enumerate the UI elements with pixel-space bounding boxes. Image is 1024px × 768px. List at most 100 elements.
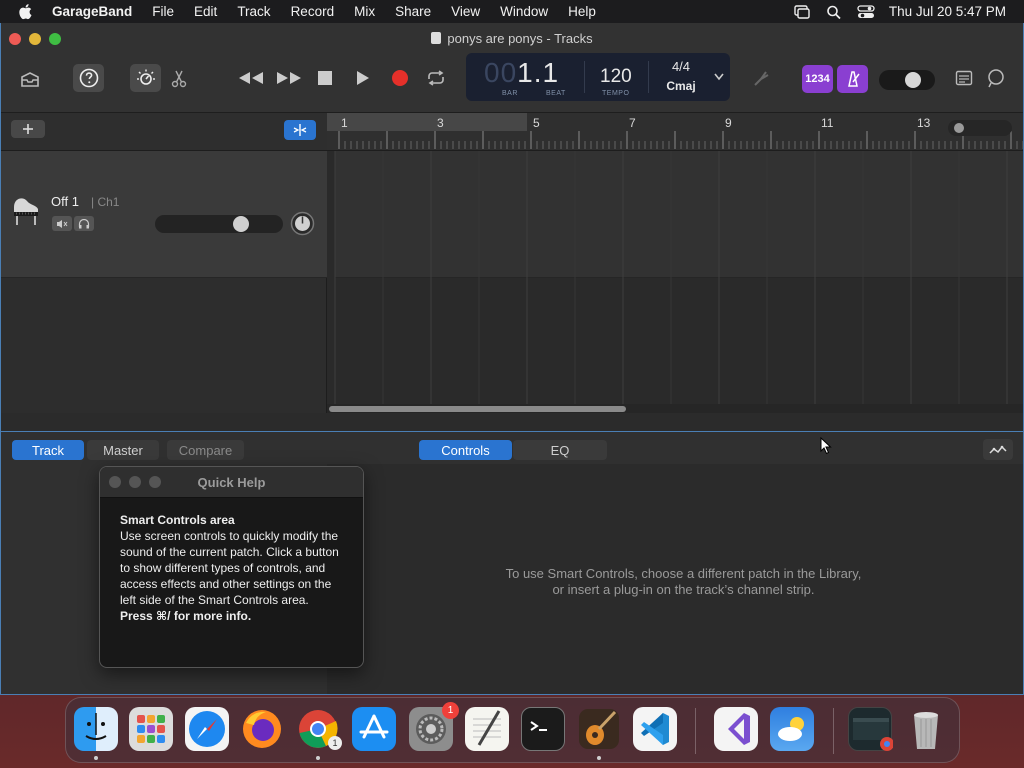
menu-share[interactable]: Share: [395, 4, 431, 19]
control-center-icon[interactable]: [857, 4, 875, 20]
lcd-separator-2: [648, 61, 649, 93]
cycle-button[interactable]: [424, 67, 448, 89]
spotlight-search-icon[interactable]: [825, 4, 843, 20]
solo-button[interactable]: [74, 216, 94, 231]
menu-track[interactable]: Track: [237, 4, 270, 19]
terminal-icon[interactable]: [521, 707, 565, 751]
headphones-icon: [78, 218, 90, 228]
inspector-icon: [989, 445, 1007, 454]
smart-controls-button[interactable]: [130, 64, 161, 92]
chrome-icon[interactable]: 1: [296, 707, 342, 751]
app-store-icon[interactable]: [352, 707, 396, 751]
track-headers-area: Off 1 | Ch1: [1, 151, 327, 413]
track-volume-knob[interactable]: [233, 216, 249, 232]
horizontal-scrollbar-thumb[interactable]: [329, 406, 626, 412]
rewind-icon: [239, 72, 263, 84]
track-volume-slider[interactable]: [155, 215, 283, 233]
finder-running-dot: [94, 756, 98, 760]
window-title: ponys are ponys - Tracks: [1, 31, 1023, 46]
weather-icon[interactable]: [770, 707, 814, 751]
editors-button[interactable]: [167, 67, 191, 91]
add-track-button[interactable]: [11, 120, 45, 138]
chrome-window-icon[interactable]: [848, 707, 894, 751]
tab-track[interactable]: Track: [12, 440, 84, 460]
zoom-slider-knob[interactable]: [954, 123, 964, 133]
menu-record[interactable]: Record: [291, 4, 335, 19]
inspector-toggle-button[interactable]: [983, 439, 1013, 460]
lcd-dropdown-chevron-icon[interactable]: [714, 73, 724, 81]
settings-badge: 1: [442, 702, 459, 719]
menu-window[interactable]: Window: [500, 4, 548, 19]
tab-controls[interactable]: Controls: [419, 440, 512, 460]
track-header[interactable]: Off 1 | Ch1: [1, 151, 327, 278]
menu-view[interactable]: View: [451, 4, 480, 19]
ruler-bar-label: 13: [917, 116, 931, 130]
quick-help-title-bar[interactable]: Quick Help: [100, 467, 363, 498]
count-in-button[interactable]: 1234: [802, 65, 833, 93]
app-menu[interactable]: GarageBand: [52, 4, 132, 19]
library-button[interactable]: [17, 67, 43, 93]
master-volume-slider[interactable]: [879, 70, 935, 90]
master-volume-knob[interactable]: [905, 72, 921, 88]
lcd-bar-dim: 00: [484, 57, 518, 88]
loop-browser-button[interactable]: [985, 67, 1007, 89]
lcd-display[interactable]: 001.1 BAR BEAT 120 TEMPO 4/4 Cmaj: [466, 53, 730, 101]
stop-button[interactable]: [315, 68, 335, 88]
screen-mirroring-icon[interactable]: [793, 4, 811, 20]
ruler-bar-label: 11: [821, 116, 834, 130]
rewind-button[interactable]: [237, 67, 265, 89]
zoom-slider[interactable]: [948, 120, 1012, 136]
ruler-bar-label: 3: [437, 116, 444, 130]
finder-icon[interactable]: [74, 707, 118, 751]
tab-master[interactable]: Master: [87, 440, 159, 460]
catch-playhead-button[interactable]: [284, 120, 316, 140]
mute-button[interactable]: [52, 216, 72, 231]
vscode-icon[interactable]: [633, 707, 677, 751]
ruler-bar-label: 7: [629, 116, 636, 130]
record-button[interactable]: [389, 67, 411, 89]
menu-file[interactable]: File: [152, 4, 174, 19]
system-settings-icon[interactable]: 1: [409, 702, 459, 751]
firefox-icon[interactable]: [240, 707, 284, 751]
tuner-button[interactable]: [749, 67, 773, 91]
metronome-button[interactable]: [837, 65, 868, 93]
arrangement-area[interactable]: [327, 151, 1023, 413]
menu-bar-clock[interactable]: Thu Jul 20 5:47 PM: [889, 4, 1006, 19]
speaker-mute-icon: [57, 219, 68, 228]
visual-studio-icon[interactable]: [714, 707, 758, 751]
smart-controls-bar: Track Master Compare Controls EQ: [1, 432, 1023, 464]
compare-button[interactable]: Compare: [167, 440, 244, 460]
trash-icon[interactable]: [904, 707, 948, 751]
quick-help-body: Smart Controls area Use screen controls …: [100, 498, 363, 624]
timeline-ruler[interactable]: 1 3 5 7 9 11 13: [327, 113, 1023, 151]
lcd-time-signature[interactable]: 4/4: [654, 59, 708, 74]
textedit-icon[interactable]: [465, 707, 509, 751]
cycle-region: [327, 113, 527, 131]
play-icon: [357, 71, 369, 85]
menu-bar: GarageBand File Edit Track Record Mix Sh…: [0, 0, 1024, 23]
metronome-icon: [847, 71, 860, 87]
ruler-ticks: 1 3 5 7 9 11 13: [327, 113, 1023, 149]
menu-edit[interactable]: Edit: [194, 4, 217, 19]
quick-help-title: Quick Help: [197, 475, 266, 490]
lcd-key[interactable]: Cmaj: [654, 79, 708, 93]
safari-icon[interactable]: [185, 707, 229, 751]
fast-forward-button[interactable]: [275, 67, 303, 89]
apple-menu-icon[interactable]: [18, 3, 34, 20]
note-pad-button[interactable]: [953, 67, 975, 89]
launchpad-icon[interactable]: [129, 707, 173, 751]
track-pan-knob[interactable]: [290, 211, 315, 236]
quick-help-button[interactable]: [73, 64, 104, 92]
track-name[interactable]: Off 1: [51, 194, 79, 209]
grand-piano-icon: [14, 198, 38, 225]
ruler-bar-label: 9: [725, 116, 732, 130]
chrome-running-dot: [316, 756, 320, 760]
play-button[interactable]: [353, 68, 373, 88]
lcd-separator: [584, 61, 585, 93]
menu-mix[interactable]: Mix: [354, 4, 375, 19]
horizontal-scrollbar-track[interactable]: [327, 404, 1023, 413]
tab-eq[interactable]: EQ: [513, 440, 607, 460]
menu-help[interactable]: Help: [568, 4, 596, 19]
lcd-tempo[interactable]: 120: [600, 66, 632, 88]
garageband-icon[interactable]: [577, 707, 621, 751]
